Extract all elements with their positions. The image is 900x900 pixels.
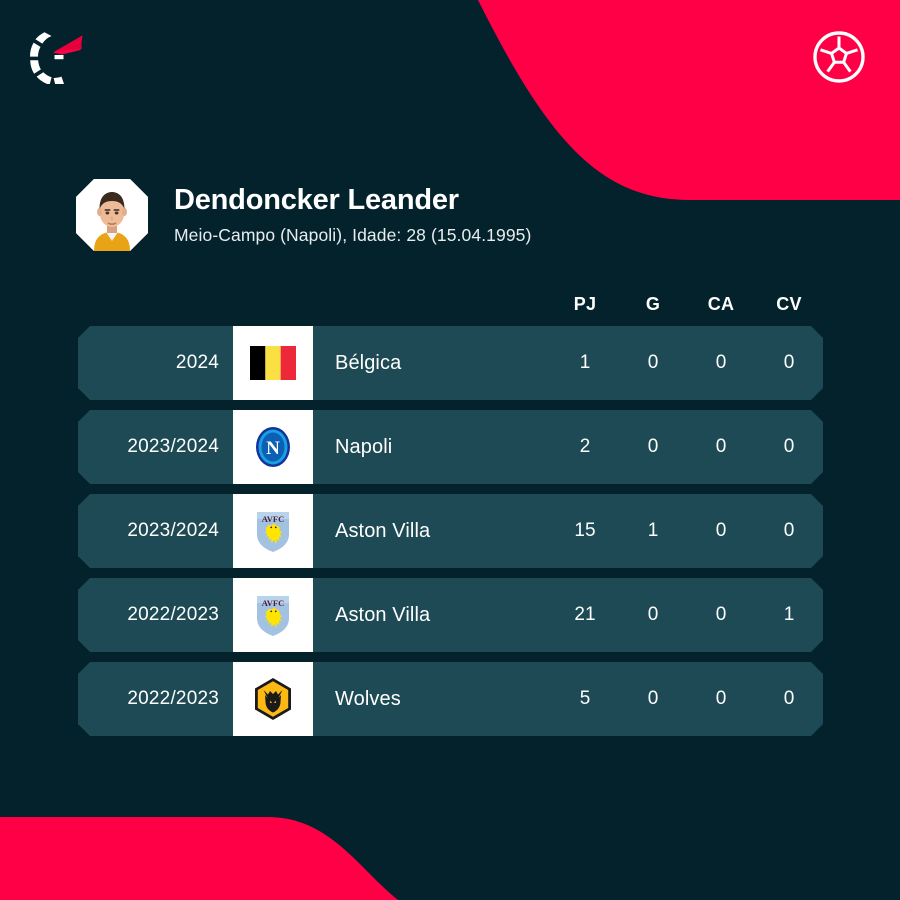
row-stat-ca: 0 xyxy=(715,436,727,457)
table-row[interactable]: 2022/2023 AVFC Aston Villa 21 0 0 1 xyxy=(78,578,823,652)
player-identity: Dendoncker Leander Meio-Campo (Napoli), … xyxy=(0,160,900,270)
row-season: 2022/2023 xyxy=(127,688,219,709)
table-row[interactable]: 2022/2023 Wolves 5 0 0 0 xyxy=(78,662,823,736)
row-stat-cv: 1 xyxy=(783,604,795,625)
page-header xyxy=(0,0,900,160)
row-stat-pj: 5 xyxy=(579,688,591,709)
table-row[interactable]: 2023/2024 AVFC Aston Villa 15 1 0 0 xyxy=(78,494,823,568)
row-team-name: Aston Villa xyxy=(335,603,431,626)
flashscore-logo[interactable] xyxy=(24,26,86,86)
row-stat-pj: 15 xyxy=(574,520,596,541)
table-row[interactable]: 2024 Bélgica 1 0 0 0 xyxy=(78,326,823,400)
player-avatar xyxy=(76,179,148,251)
row-stat-g: 1 xyxy=(647,520,659,541)
page-title: Dendoncker Leander xyxy=(174,184,459,217)
aston-villa-crest-icon: AVFC xyxy=(233,578,313,652)
wolves-crest-icon xyxy=(233,662,313,736)
row-stat-cv: 0 xyxy=(783,520,795,541)
row-stat-g: 0 xyxy=(647,436,659,457)
row-stat-pj: 2 xyxy=(579,436,591,457)
row-stat-cv: 0 xyxy=(783,436,795,457)
row-stat-pj: 21 xyxy=(574,604,596,625)
column-header-ca: CA xyxy=(707,293,735,314)
row-stat-ca: 0 xyxy=(715,352,727,373)
row-season: 2023/2024 xyxy=(127,520,219,541)
row-stat-g: 0 xyxy=(647,352,659,373)
row-stat-g: 0 xyxy=(647,688,659,709)
row-stat-ca: 0 xyxy=(715,604,727,625)
row-season: 2024 xyxy=(175,352,219,373)
svg-text:N: N xyxy=(266,438,280,459)
row-team-name: Bélgica xyxy=(335,351,402,374)
soccer-ball-icon[interactable] xyxy=(810,28,868,86)
row-season: 2023/2024 xyxy=(127,436,219,457)
row-team-name: Wolves xyxy=(335,687,401,710)
row-stat-g: 0 xyxy=(647,604,659,625)
aston-villa-crest-icon: AVFC xyxy=(233,494,313,568)
row-stat-ca: 0 xyxy=(715,520,727,541)
row-team-name: Aston Villa xyxy=(335,519,431,542)
career-stats-table: PJ G CA CV 2024 Bélgica 1 0 0 0 2023/202… xyxy=(78,282,823,746)
svg-text:AVFC: AVFC xyxy=(262,514,285,524)
svg-text:AVFC: AVFC xyxy=(262,598,285,608)
player-meta: Meio-Campo (Napoli), Idade: 28 (15.04.19… xyxy=(174,224,532,245)
column-header-pj: PJ xyxy=(573,293,597,314)
row-stat-cv: 0 xyxy=(783,352,795,373)
row-season: 2022/2023 xyxy=(127,604,219,625)
row-team-name: Napoli xyxy=(335,435,393,458)
table-column-headers: PJ G CA CV xyxy=(78,282,823,326)
player-text-block: Dendoncker Leander Meio-Campo (Napoli), … xyxy=(174,184,531,245)
table-row[interactable]: 2023/2024 N Napoli 2 0 0 0 xyxy=(78,410,823,484)
column-header-cv: CV xyxy=(776,293,802,314)
column-header-g: G xyxy=(645,293,661,314)
row-stat-cv: 0 xyxy=(783,688,795,709)
belgium-flag-icon xyxy=(233,326,313,400)
row-stat-pj: 1 xyxy=(579,352,591,373)
napoli-crest-icon: N xyxy=(233,410,313,484)
row-stat-ca: 0 xyxy=(715,688,727,709)
